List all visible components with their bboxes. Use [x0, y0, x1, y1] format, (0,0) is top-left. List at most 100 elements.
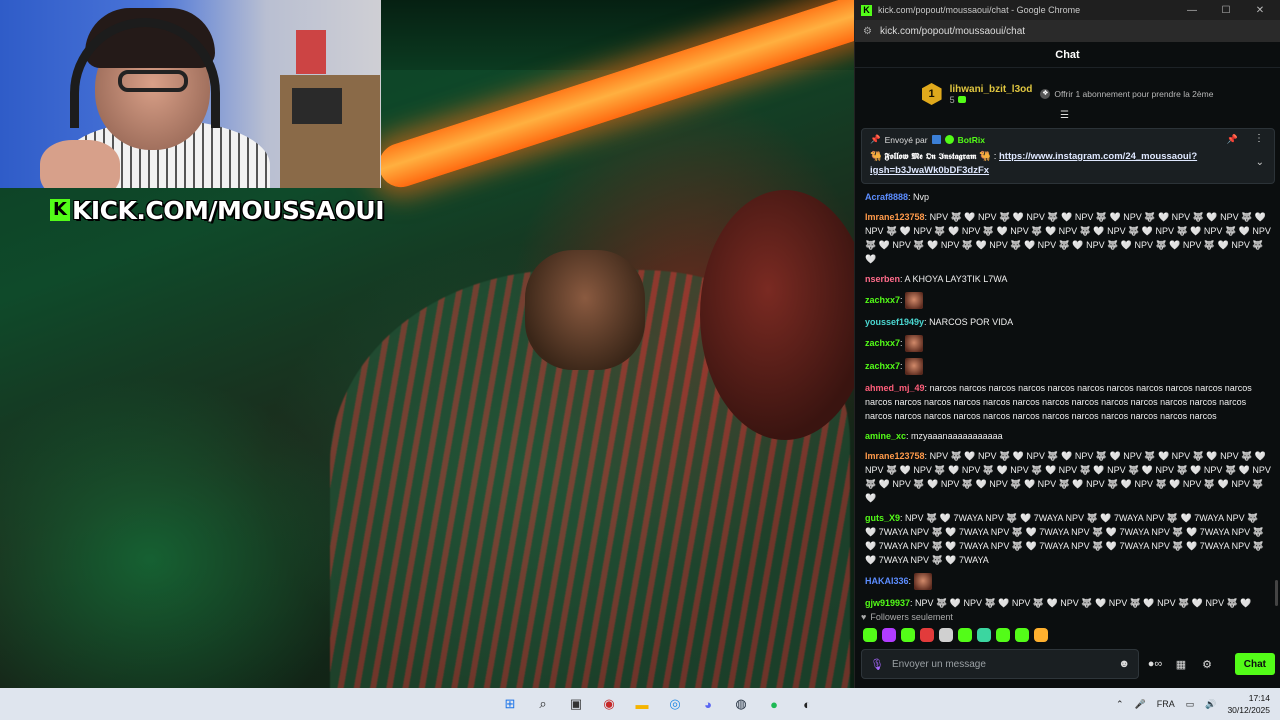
clock-date: 30/12/2025 — [1227, 705, 1270, 715]
camel-icon: 🐫 — [870, 151, 882, 162]
chat-username[interactable]: zachxx7 — [865, 338, 900, 348]
maximize-icon[interactable]: ☐ — [1212, 5, 1240, 16]
window-title: kick.com/popout/moussaoui/chat - Google … — [878, 5, 1081, 15]
file-explorer-icon[interactable]: ▬ — [630, 692, 654, 716]
close-icon[interactable]: ✕ — [1246, 5, 1274, 16]
chat-username[interactable]: youssef1949y — [865, 317, 924, 327]
quick-emote-icon[interactable] — [996, 628, 1010, 642]
kick-points-icon[interactable]: ●∞ — [1145, 658, 1165, 670]
clock-time: 17:14 — [1248, 693, 1270, 703]
chat-message: Imrane123758: NPV 🐺 🤍 NPV 🐺 🤍 NPV 🐺 🤍 NP… — [865, 210, 1271, 266]
quick-emote-icon[interactable] — [977, 628, 991, 642]
chat-input-row: 🎙 ☻ ●∞ ▦ ⚙ Chat — [861, 649, 1275, 679]
pinned-header: 📌 Envoyé par BotRix — [870, 134, 1266, 145]
chat-username[interactable]: ahmed_mj_49 — [865, 383, 925, 393]
chat-message: gjw919937: NPV 🐺 🤍 NPV 🐺 🤍 NPV 🐺 🤍 NPV 🐺… — [865, 596, 1271, 610]
sub-leader-username[interactable]: lihwani_bzit_l3od — [950, 84, 1033, 95]
gift-sub-offer[interactable]: ❖ Offrir 1 abonnement pour prendre la 2è… — [1040, 89, 1213, 99]
heart-icon: ♥ — [861, 612, 867, 622]
windows-taskbar: ⊞ ⌕ ▣ ◉ ▬ ◎ ◕ ◍ ● ◐ ⌃ 🎤 FRA ▭ 🔊 17:14 30/12/2025 — [0, 688, 1280, 720]
followers-only-notice: ♥ Followers seulement — [861, 612, 953, 622]
system-tray: ⌃ 🎤 FRA ▭ 🔊 17:14 30/12/2025 — [1116, 688, 1270, 720]
chrome-icon[interactable]: ◎ — [663, 692, 687, 716]
app-red-icon[interactable]: ◉ — [597, 692, 621, 716]
message-input[interactable] — [891, 658, 1111, 670]
quick-emote-icon[interactable] — [901, 628, 915, 642]
quick-emote-icon[interactable] — [1034, 628, 1048, 642]
chat-username[interactable]: Imrane123758 — [865, 451, 925, 461]
emote-icon[interactable] — [905, 335, 924, 352]
quick-emote-icon[interactable] — [1015, 628, 1029, 642]
kick-logo-icon: K — [50, 199, 70, 221]
kick-favicon-icon: K — [861, 4, 872, 16]
chat-username[interactable]: zachxx7 — [865, 361, 900, 371]
quick-emote-icon[interactable] — [863, 628, 877, 642]
quick-emote-icon[interactable] — [958, 628, 972, 642]
pinned-prefix: 𝕱𝖔𝖑𝖑𝖔𝖜 𝕸𝖊 𝕺𝖓 𝕴𝖓𝖘𝖙𝖆𝖌𝖗𝖆𝖒 — [884, 152, 977, 162]
sub-leaderboard[interactable]: 1 lihwani_bzit_l3od 5 ❖ Offrir 1 abonnem… — [855, 68, 1280, 121]
quick-emote-icon[interactable] — [939, 628, 953, 642]
chat-username[interactable]: HAKAI336 — [865, 576, 909, 586]
message-input-box[interactable]: 🎙 ☻ — [861, 649, 1139, 679]
network-icon[interactable]: ▭ — [1186, 699, 1195, 710]
address-url[interactable]: kick.com/popout/moussaoui/chat — [880, 26, 1025, 37]
quick-emote-icon[interactable] — [920, 628, 934, 642]
pinned-text: 🐫 𝕱𝖔𝖑𝖑𝖔𝖜 𝕸𝖊 𝕺𝖓 𝕴𝖓𝖘𝖙𝖆𝖌𝖗𝖆𝖒 🐫 : https://www… — [870, 151, 1198, 176]
followers-only-label: Followers seulement — [870, 612, 953, 622]
obs-icon[interactable]: ◐ — [795, 692, 819, 716]
sub-leader-count-value: 5 — [949, 94, 955, 105]
chat-username[interactable]: gjw919937 — [865, 598, 910, 608]
chat-username[interactable]: Imrane123758 — [865, 212, 925, 222]
pinned-bot-name[interactable]: BotRix — [958, 135, 985, 145]
windows-start-icon[interactable]: ⊞ — [498, 692, 522, 716]
discord-icon[interactable]: ◕ — [696, 692, 720, 716]
site-info-icon[interactable]: ⚙ — [863, 26, 872, 37]
tray-overflow-icon[interactable]: ⌃ — [1116, 699, 1124, 710]
volume-icon[interactable]: 🔊 — [1205, 699, 1216, 710]
send-chat-button[interactable]: Chat — [1234, 653, 1275, 675]
chat-username[interactable]: amine_xc — [865, 431, 906, 441]
taskbar-clock[interactable]: 17:14 30/12/2025 — [1227, 692, 1270, 716]
store-icon[interactable]: ▦ — [1171, 658, 1191, 671]
sub-count-icon — [957, 95, 966, 103]
collapse-icon[interactable]: ☰ — [1060, 110, 1069, 121]
chat-username[interactable]: Acraf8888 — [865, 192, 908, 202]
address-bar[interactable]: ⚙ kick.com/popout/moussaoui/chat — [855, 20, 1280, 42]
pinned-message[interactable]: 📌 Envoyé par BotRix 📌 ⋮ 🐫 𝕱𝖔𝖑𝖑𝖔𝖜 𝕸𝖊 𝕺𝖓 𝕴… — [861, 128, 1275, 184]
emote-icon[interactable] — [913, 573, 932, 590]
chat-message: zachxx7: — [865, 335, 1271, 352]
language-indicator[interactable]: FRA — [1157, 699, 1175, 709]
gift-icon: ❖ — [1040, 89, 1051, 99]
unpin-icon[interactable]: 📌 — [1227, 134, 1238, 145]
emoji-picker-icon[interactable]: ☻ — [1118, 658, 1130, 670]
microphone-tray-icon[interactable]: 🎤 — [1135, 699, 1146, 710]
chat-message: Imrane123758: NPV 🐺 🤍 NPV 🐺 🤍 NPV 🐺 🤍 NP… — [865, 449, 1271, 505]
task-view-icon[interactable]: ▣ — [564, 692, 588, 716]
emote-icon[interactable] — [905, 292, 924, 309]
search-icon[interactable]: ⌕ — [531, 692, 555, 716]
webcam-shelf-box — [292, 88, 342, 124]
minimize-icon[interactable]: — — [1178, 5, 1206, 16]
steam-icon[interactable]: ◍ — [729, 692, 753, 716]
chat-username[interactable]: guts_X9 — [865, 513, 900, 523]
chat-message: ahmed_mj_49: narcos narcos narcos narcos… — [865, 381, 1271, 423]
chevron-down-icon[interactable]: ⌄ — [1256, 157, 1264, 168]
chat-username[interactable]: nserben — [865, 274, 900, 284]
spotify-icon[interactable]: ● — [762, 692, 786, 716]
chat-scrollbar[interactable] — [1275, 580, 1278, 606]
verified-badge-icon — [944, 135, 954, 144]
stream-video[interactable]: K KICK.COM/MOUSSAOUI — [0, 0, 854, 688]
chat-text: mzyaaanaaaaaaaaaaa — [911, 431, 1003, 441]
taskbar-apps: ⊞ ⌕ ▣ ◉ ▬ ◎ ◕ ◍ ● ◐ — [498, 692, 819, 716]
quick-emote-icon[interactable] — [882, 628, 896, 642]
emote-icon[interactable] — [905, 358, 924, 375]
window-titlebar[interactable]: K kick.com/popout/moussaoui/chat - Googl… — [855, 0, 1280, 20]
gift-sub-offer-text: Offrir 1 abonnement pour prendre la 2ème — [1054, 89, 1214, 99]
settings-icon[interactable]: ⚙ — [1197, 658, 1217, 671]
chat-popup-window: K kick.com/popout/moussaoui/chat - Googl… — [854, 0, 1280, 688]
more-options-icon[interactable]: ⋮ — [1254, 133, 1264, 144]
streamer-glasses — [118, 70, 188, 92]
chat-messages[interactable]: Acraf8888: Nvp Imrane123758: NPV 🐺 🤍 NPV … — [855, 190, 1280, 610]
chat-username[interactable]: zachxx7 — [865, 295, 900, 305]
microphone-icon[interactable]: 🎙 — [870, 658, 884, 671]
